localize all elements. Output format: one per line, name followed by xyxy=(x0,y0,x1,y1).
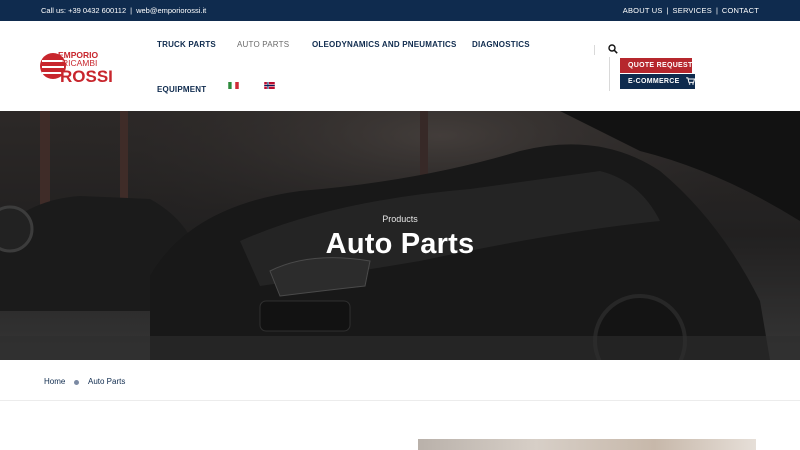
quote-request-button[interactable]: QUOTE REQUEST xyxy=(620,58,692,73)
separator: | xyxy=(666,6,669,15)
hero-subtitle: Products xyxy=(382,214,418,224)
ecommerce-label: E-COMMERCE xyxy=(628,78,680,85)
breadcrumb-separator-icon xyxy=(74,380,79,385)
top-links: ABOUT US | SERVICES | CONTACT xyxy=(623,6,759,15)
phone-link[interactable]: Call us: +39 0432 600112 xyxy=(41,6,126,15)
separator: | xyxy=(715,6,718,15)
logo-line3: ROSSI xyxy=(60,67,113,84)
nav-auto-parts[interactable]: AUTO PARTS xyxy=(237,40,289,49)
services-link[interactable]: SERVICES xyxy=(673,6,712,15)
divider xyxy=(594,45,595,55)
divider xyxy=(609,57,610,91)
logo[interactable]: EMPORIO RICAMBI ROSSI xyxy=(40,50,114,86)
breadcrumb-home-link[interactable]: Home xyxy=(44,377,65,386)
page-title: Auto Parts xyxy=(325,228,475,260)
site-header: EMPORIO RICAMBI ROSSI TRUCK PARTS AUTO P… xyxy=(0,21,800,111)
email-link[interactable]: web@emporiorossi.it xyxy=(136,6,206,15)
nav-equipment[interactable]: EQUIPMENT xyxy=(157,85,206,94)
separator: | xyxy=(130,6,133,15)
about-us-link[interactable]: ABOUT US xyxy=(623,6,663,15)
cart-icon xyxy=(685,77,695,85)
search-icon[interactable] xyxy=(608,44,618,54)
contact-info: Call us: +39 0432 600112 | web@emporioross… xyxy=(41,6,206,15)
breadcrumb: Home Auto Parts xyxy=(0,360,800,401)
top-bar: Call us: +39 0432 600112 | web@emporioross… xyxy=(0,0,800,21)
contact-link[interactable]: CONTACT xyxy=(722,6,759,15)
nav-truck-parts[interactable]: TRUCK PARTS xyxy=(157,40,216,49)
nav-diagnostics[interactable]: DIAGNOSTICS xyxy=(472,40,530,49)
breadcrumb-current: Auto Parts xyxy=(88,377,126,386)
content-image xyxy=(418,439,756,450)
nav-oleodynamics[interactable]: OLEODYNAMICS AND PNEUMATICS xyxy=(312,40,457,49)
norway-flag-icon[interactable] xyxy=(264,82,275,89)
quote-request-label: QUOTE REQUEST xyxy=(628,62,693,69)
italy-flag-icon[interactable] xyxy=(228,82,239,89)
logo-graphic: EMPORIO RICAMBI ROSSI xyxy=(40,50,113,86)
ecommerce-button[interactable]: E-COMMERCE xyxy=(620,74,695,89)
hero-banner: Products Auto Parts xyxy=(0,111,800,360)
